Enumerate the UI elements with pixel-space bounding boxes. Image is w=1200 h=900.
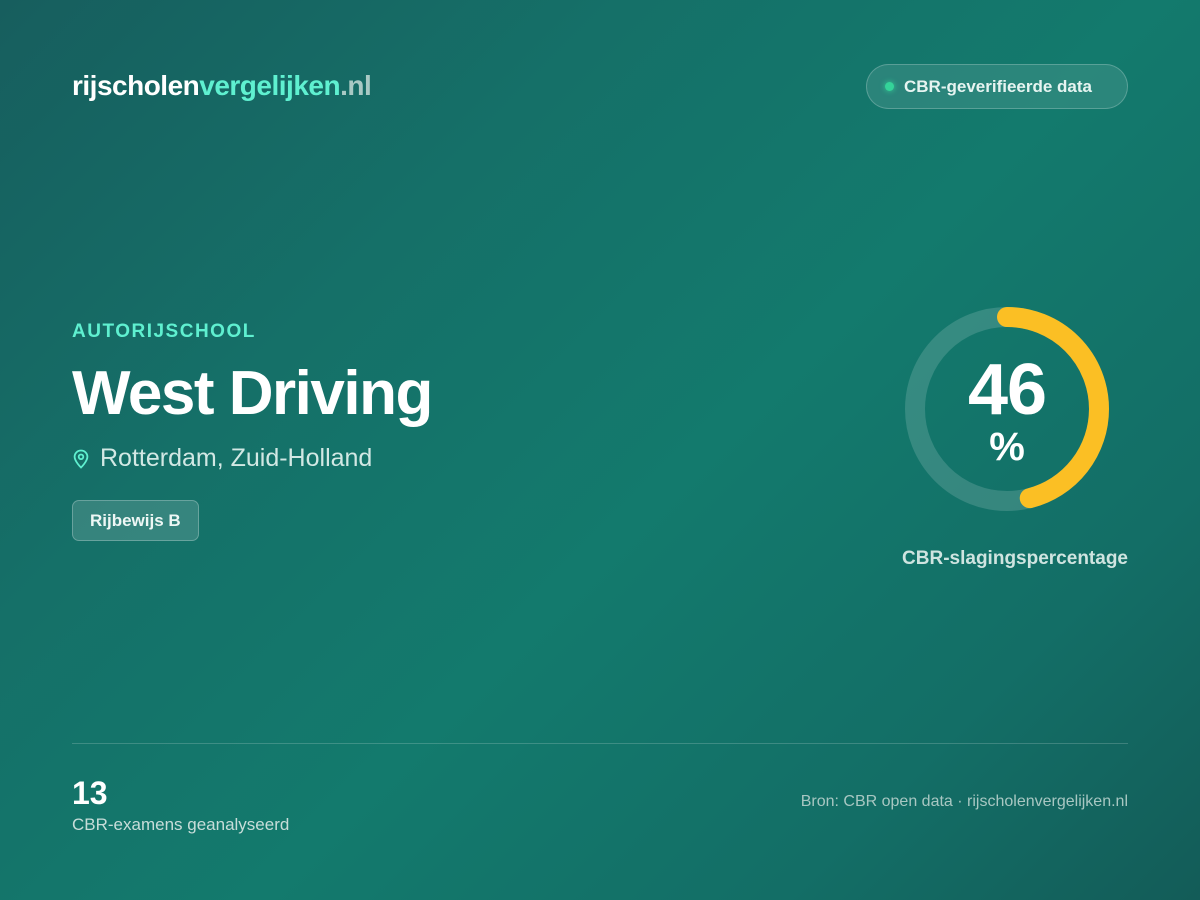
brand-logo[interactable]: rijscholenvergelijken.nl <box>72 70 372 102</box>
verified-data-badge: CBR-geverifieerde data <box>866 64 1128 109</box>
school-location: Rotterdam, Zuid-Holland <box>72 444 372 473</box>
exams-label: CBR-examens geanalyseerd <box>72 815 290 834</box>
map-pin-icon <box>73 449 89 469</box>
license-label: Rijbewijs B <box>90 510 181 530</box>
pass-rate-unit: % <box>989 425 1025 469</box>
license-badge: Rijbewijs B <box>72 500 199 541</box>
status-dot-icon <box>885 82 894 91</box>
exams-count: 13 <box>72 775 108 811</box>
verified-data-label: CBR-geverifieerde data <box>904 76 1093 96</box>
source-credit: Bron: CBR open data · rijscholenvergelij… <box>800 793 1128 810</box>
brand-logo-part1: rijscholen <box>72 70 200 101</box>
footer-divider <box>72 743 1128 744</box>
pass-rate-value: 46 <box>967 350 1047 430</box>
pass-rate-label: CBR-slagingspercentage <box>902 548 1128 569</box>
school-category: AUTORIJSCHOOL <box>72 321 256 342</box>
brand-logo-part2: vergelijken <box>199 70 341 101</box>
school-location-text: Rotterdam, Zuid-Holland <box>100 444 373 472</box>
brand-logo-part3: .nl <box>340 70 372 101</box>
page-title: West Driving <box>72 359 433 428</box>
